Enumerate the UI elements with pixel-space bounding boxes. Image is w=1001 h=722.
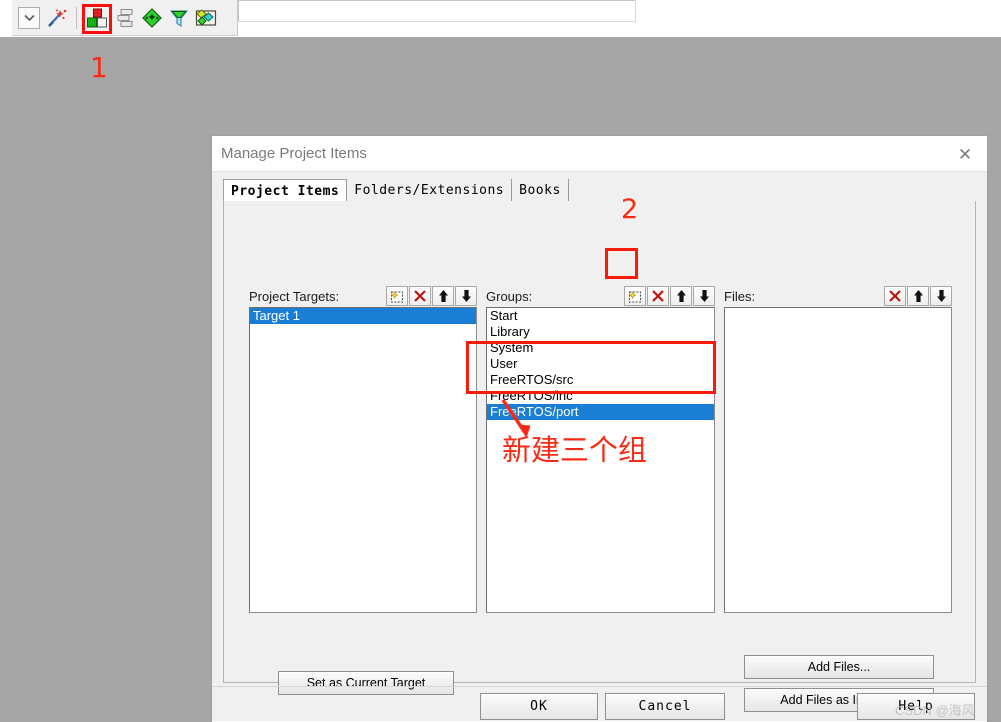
- dialog-titlebar: Manage Project Items ✕: [212, 136, 987, 171]
- tab-bar: Project Items Folders/Extensions Books: [223, 179, 569, 201]
- filter-items-button[interactable]: [166, 5, 192, 31]
- annotation-chinese-text: 新建三个组: [502, 433, 648, 467]
- watermark: CSDN @海风: [895, 703, 975, 718]
- toolbar: [12, 0, 238, 36]
- project-targets-header: Project Targets:: [249, 285, 477, 307]
- build-wizard-button[interactable]: [44, 5, 70, 31]
- toolbar-region: [0, 0, 1001, 37]
- green-diamond-icon: [141, 7, 163, 29]
- list-item[interactable]: FreeRTOS/src: [487, 372, 714, 388]
- stacked-layers-icon: [114, 7, 136, 29]
- annotation-number-2: 2: [621, 194, 639, 225]
- multi-diamond-icon: [195, 7, 217, 29]
- tab-project-items[interactable]: Project Items: [223, 179, 348, 201]
- tab-books[interactable]: Books: [512, 179, 569, 201]
- add-files-button[interactable]: Add Files...: [744, 655, 934, 679]
- groups-label: Groups:: [486, 288, 533, 304]
- groups-new-item-button[interactable]: [624, 286, 646, 306]
- ok-button[interactable]: OK: [480, 693, 598, 720]
- list-item[interactable]: Target 1: [250, 308, 476, 324]
- project-targets-label: Project Targets:: [249, 288, 340, 304]
- groups-delete-button[interactable]: [647, 286, 669, 306]
- list-item[interactable]: Library: [487, 324, 714, 340]
- groups-move-up-button[interactable]: [670, 286, 692, 306]
- files-move-up-button[interactable]: [907, 286, 929, 306]
- chevron-down-icon: [23, 14, 35, 21]
- files-header: Files:: [724, 285, 952, 307]
- tab-folders-extensions[interactable]: Folders/Extensions: [347, 179, 513, 201]
- manage-project-items-dialog: Manage Project Items ✕ Project Items Fol…: [211, 135, 988, 722]
- project-targets-listbox[interactable]: Target 1: [249, 307, 477, 613]
- annotation-number-1: 1: [90, 51, 108, 84]
- toolbar-address-bar[interactable]: [238, 0, 636, 22]
- configuration-wizard-button[interactable]: [139, 5, 165, 31]
- project-blocks-icon: [85, 6, 109, 30]
- files-listbox[interactable]: [724, 307, 952, 613]
- files-move-down-button[interactable]: [930, 286, 952, 306]
- funnel-icon: [168, 7, 190, 29]
- cancel-button[interactable]: Cancel: [605, 693, 725, 720]
- manage-components-button[interactable]: [112, 5, 138, 31]
- manage-project-items-button[interactable]: [82, 3, 112, 34]
- groups-header: Groups:: [486, 285, 715, 307]
- list-item[interactable]: System: [487, 340, 714, 356]
- list-item[interactable]: Start: [487, 308, 714, 324]
- dialog-footer-separator: [212, 686, 987, 687]
- pack-installer-button[interactable]: [193, 5, 219, 31]
- groups-move-down-button[interactable]: [693, 286, 715, 306]
- files-delete-button[interactable]: [884, 286, 906, 306]
- close-icon[interactable]: ✕: [953, 142, 977, 166]
- magic-wand-icon: [46, 7, 68, 29]
- files-label: Files:: [724, 288, 756, 304]
- targets-move-up-button[interactable]: [432, 286, 454, 306]
- toolbar-separator: [76, 6, 77, 29]
- targets-delete-button[interactable]: [409, 286, 431, 306]
- list-item[interactable]: User: [487, 356, 714, 372]
- dialog-title: Manage Project Items: [221, 145, 367, 162]
- set-as-current-target-button[interactable]: Set as Current Target: [278, 671, 454, 695]
- dropdown-toggle-button[interactable]: [18, 6, 40, 29]
- targets-new-item-button[interactable]: [386, 286, 408, 306]
- targets-move-down-button[interactable]: [455, 286, 477, 306]
